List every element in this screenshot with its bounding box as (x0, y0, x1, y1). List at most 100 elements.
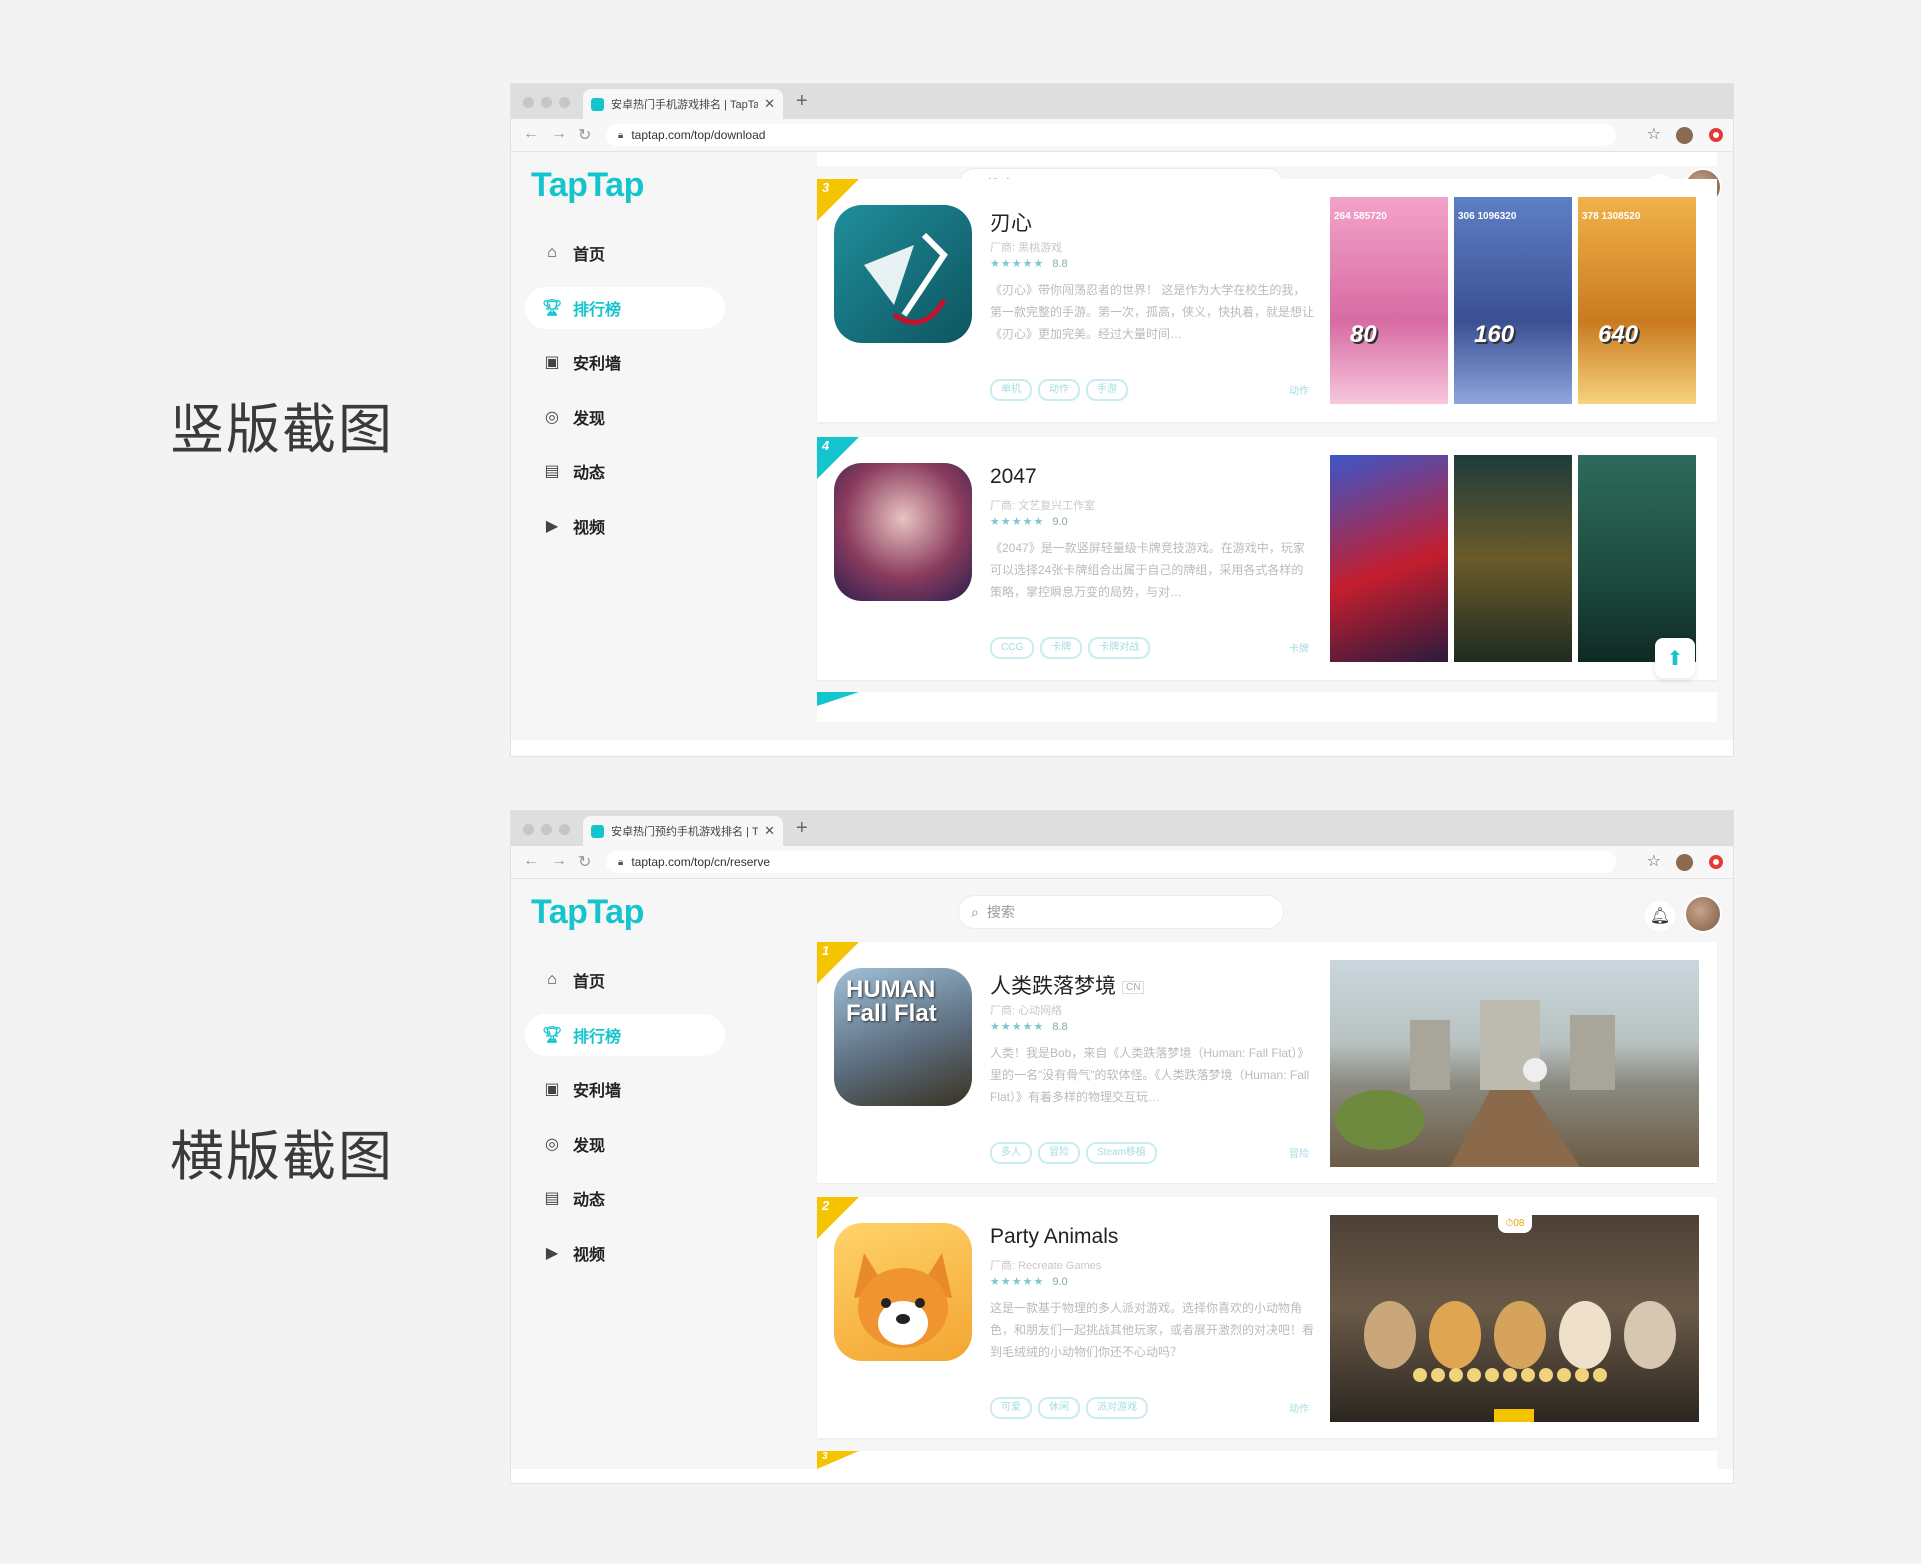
screenshot[interactable] (1578, 455, 1696, 662)
browser-tab[interactable]: 安卓热门手机游戏排名 | TapTap ✕ (583, 89, 783, 119)
sidebar-item-feed[interactable]: ▤ 动态 (525, 450, 725, 492)
sidebar-item-discover[interactable]: ◎ 发现 (525, 396, 725, 438)
sidebar-item-label: 排行榜 (573, 301, 622, 319)
close-icon[interactable]: ✕ (764, 823, 775, 839)
game-card[interactable]: 2 Party Animals 厂商: Recreate Games ★★★★★… (817, 1197, 1717, 1438)
url-field[interactable]: 🔒︎ taptap.com/top/cn/reserve (606, 851, 1616, 873)
game-icon[interactable]: HUMAN Fall Flat (834, 968, 972, 1106)
screenshot[interactable] (1330, 455, 1448, 662)
tag[interactable]: 冒险 (1038, 1142, 1080, 1164)
tag[interactable]: 卡牌 (1040, 637, 1083, 659)
rank-number: 3 (822, 180, 830, 195)
reload-icon[interactable]: ↻ (578, 125, 591, 145)
game-card[interactable]: 1 HUMAN Fall Flat 人类跌落梦境 CN 厂商: 心动网络 ★★★★… (817, 942, 1717, 1183)
sidebar-item-video[interactable]: ▶ 视频 (525, 505, 725, 547)
forward-icon[interactable]: → (551, 852, 567, 870)
extension-icon[interactable] (1709, 128, 1723, 142)
game-name[interactable]: 刃心 (990, 207, 1032, 237)
star-icon[interactable]: ☆ (1647, 851, 1661, 871)
tag[interactable]: CCG (990, 637, 1035, 659)
sidebar-item-rankings[interactable]: 🏆︎ 排行榜 (525, 1013, 725, 1056)
game-vendor: 厂商: 心动网络 (990, 1005, 1063, 1017)
back-icon[interactable]: ← (523, 852, 539, 870)
video-preview[interactable]: ⏱08 (1330, 1215, 1699, 1422)
extension-icon[interactable] (1709, 855, 1723, 869)
rating-stars: ★★★★★ 8.8 (990, 258, 1068, 270)
tag[interactable]: 动作 (1038, 379, 1080, 401)
sidebar-item-home[interactable]: ⌂ 首页 (525, 232, 725, 274)
game-category[interactable]: 卡牌 (1289, 640, 1309, 655)
tab-strip: 安卓热门预约手机游戏排名 | TapTap ✕ + (511, 811, 1733, 846)
tag[interactable]: 手游 (1086, 379, 1128, 401)
sidebar-item-label: 首页 (573, 247, 606, 264)
url-field[interactable]: 🔒︎ taptap.com/top/download (606, 124, 1616, 146)
score-readout: 306 1096320 (1458, 211, 1517, 222)
user-avatar[interactable] (1684, 895, 1722, 933)
game-name[interactable]: 人类跌落梦境 CN (990, 970, 1145, 1000)
sidebar-item-home[interactable]: ⌂ 首页 (525, 959, 725, 1001)
search-input[interactable]: ⌕ 搜索 (958, 895, 1284, 929)
sidebar-item-discover[interactable]: ◎ 发现 (525, 1123, 725, 1165)
tag-list: CCG 卡牌 卡牌对战 (990, 637, 1151, 659)
new-tab-icon[interactable]: + (796, 90, 808, 113)
taptap-logo[interactable]: TapTap (531, 166, 644, 205)
trophy-icon: 🏆︎ (541, 1026, 563, 1044)
video-preview[interactable] (1330, 960, 1699, 1167)
sidebar-item-rankings[interactable]: 🏆︎ 排行榜 (525, 286, 725, 329)
game-category[interactable]: 动作 (1289, 382, 1309, 397)
game-description: 人类！我是Bob，来自《人类跌落梦境（Human: Fall Flat）》里的一… (990, 1046, 1310, 1104)
tag[interactable]: Steam移植 (1086, 1142, 1157, 1164)
tag[interactable]: 多人 (990, 1142, 1032, 1164)
game-category[interactable]: 动作 (1289, 1400, 1309, 1415)
game-card[interactable]: 3 刃心 厂商: 黑桃游戏 ★★★★★ 8.8 《刃心》带你闯荡忍者的世界！ 这是… (817, 179, 1717, 422)
star-icon[interactable]: ☆ (1647, 124, 1661, 144)
tag[interactable]: 派对游戏 (1086, 1397, 1148, 1419)
game-icon[interactable] (834, 205, 972, 343)
tab-strip: 安卓热门手机游戏排名 | TapTap ✕ + (511, 84, 1733, 119)
game-name-text: 人类跌落梦境 (990, 975, 1116, 998)
screenshot[interactable]: 378 1308520 640 (1578, 197, 1696, 404)
sidebar-item-video[interactable]: ▶ 视频 (525, 1232, 725, 1274)
screenshot[interactable]: 264 585720 80 (1330, 197, 1448, 404)
arrow-up-icon[interactable]: ⬆ (1655, 638, 1695, 678)
screenshot[interactable]: 306 1096320 160 (1454, 197, 1572, 404)
tag[interactable]: 休闲 (1038, 1397, 1080, 1419)
sidebar-item-feed[interactable]: ▤ 动态 (525, 1177, 725, 1219)
tag[interactable]: 卡牌对战 (1088, 637, 1151, 659)
bell-icon[interactable]: 🔔︎ (1645, 901, 1675, 931)
tag[interactable]: 单机 (990, 379, 1032, 401)
game-name[interactable]: 2047 (990, 465, 1037, 489)
score-readout: 378 1308520 (1582, 211, 1641, 222)
browser-tab[interactable]: 安卓热门预约手机游戏排名 | TapTap ✕ (583, 816, 783, 846)
game-icon[interactable] (834, 1223, 972, 1361)
forward-icon[interactable]: → (551, 125, 567, 143)
rating-stars: ★★★★★ 9.0 (990, 516, 1068, 528)
game-icon[interactable] (834, 463, 972, 601)
window-controls[interactable] (523, 97, 570, 108)
region-badge: CN (1122, 980, 1145, 994)
close-icon[interactable]: ✕ (764, 96, 775, 112)
game-card[interactable]: 4 2047 厂商: 文艺复兴工作室 ★★★★★ 9.0 《2047》是一款竖屏轻… (817, 437, 1717, 680)
new-tab-icon[interactable]: + (796, 817, 808, 840)
back-icon[interactable]: ← (523, 125, 539, 143)
sidebar-item-recommend[interactable]: ▣ 安利墙 (525, 341, 725, 383)
screenshot-strip: 264 585720 80 306 1096320 160 378 130852… (1330, 197, 1696, 404)
combo-count: 160 (1474, 321, 1515, 348)
taptap-logo[interactable]: TapTap (531, 893, 644, 932)
game-category[interactable]: 冒险 (1289, 1145, 1309, 1160)
lock-icon: 🔒︎ (618, 129, 624, 141)
reload-icon[interactable]: ↻ (578, 852, 591, 872)
sidebar-item-recommend[interactable]: ▣ 安利墙 (525, 1068, 725, 1110)
screenshot[interactable] (1454, 455, 1572, 662)
game-name[interactable]: Party Animals (990, 1225, 1118, 1249)
profile-avatar[interactable] (1676, 854, 1693, 871)
favicon-icon (591, 97, 604, 111)
profile-avatar[interactable] (1676, 127, 1693, 144)
corgi-icon (854, 1253, 952, 1348)
rank-badge (817, 692, 859, 706)
url-text: taptap.com/top/cn/reserve (631, 855, 771, 869)
window-controls[interactable] (523, 824, 570, 835)
tag[interactable]: 可爱 (990, 1397, 1032, 1419)
rating-value: 9.0 (1052, 1276, 1068, 1288)
sidebar-item-label: 视频 (573, 519, 606, 537)
